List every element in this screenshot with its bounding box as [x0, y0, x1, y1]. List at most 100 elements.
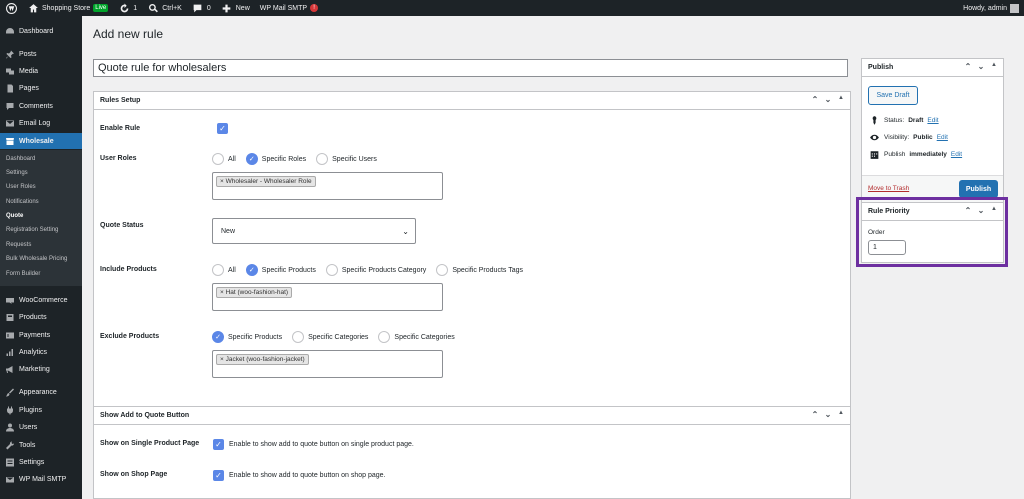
search-shortcut-label: Ctrl+K — [162, 4, 182, 12]
radio[interactable] — [378, 331, 391, 343]
sidebar-item-pages[interactable]: Pages — [0, 80, 82, 96]
radio[interactable] — [436, 264, 449, 276]
edit-status-link[interactable]: Edit — [927, 117, 938, 124]
user-roles-option-specific-roles[interactable]: ✓ Specific Roles — [245, 153, 307, 165]
rules-setup-title: Rules Setup — [100, 97, 141, 104]
move-to-trash-link[interactable]: Move to Trash — [868, 185, 909, 192]
new-content-link[interactable]: New — [216, 0, 255, 16]
pin-icon — [868, 114, 880, 126]
site-name-link[interactable]: Shopping Store Live — [22, 0, 113, 16]
move-down-icon[interactable]: ⌄ — [823, 95, 833, 104]
user-roles-select[interactable]: × Wholesaler - Wholesaler Role — [212, 172, 443, 200]
single-product-checkbox[interactable]: ✓ — [213, 439, 224, 450]
sidebar-item-woocommerce[interactable]: WooCommerce — [0, 292, 82, 308]
sidebar-item-wholesale[interactable]: Wholesale — [0, 133, 82, 149]
radio-checked[interactable]: ✓ — [212, 331, 224, 343]
selected-product-tag[interactable]: × Hat (woo-fashion-hat) — [216, 287, 293, 298]
exclude-option-specific-products[interactable]: ✓ Specific Products — [212, 331, 282, 343]
sidebar-item-posts[interactable]: Posts — [0, 46, 82, 62]
radio-label: Specific Roles — [261, 155, 307, 163]
user-roles-radio-group: All ✓ Specific Roles Specific Users — [212, 153, 383, 165]
publish-title: Publish — [868, 64, 894, 71]
submenu-notifications[interactable]: Notifications — [6, 199, 39, 205]
sidebar-item-label: Users — [19, 423, 38, 431]
search-shortcut[interactable]: Ctrl+K — [142, 0, 187, 16]
sidebar-item-users[interactable]: Users — [0, 419, 82, 435]
move-up-icon[interactable]: ⌃ — [810, 410, 820, 419]
move-down-icon[interactable]: ⌄ — [976, 62, 986, 71]
status-label: Status: — [884, 116, 905, 124]
include-option-specific-category[interactable]: Specific Products Category — [325, 264, 427, 276]
edit-visibility-link[interactable]: Edit — [937, 134, 948, 141]
radio-checked[interactable]: ✓ — [245, 264, 258, 276]
sidebar-item-tools[interactable]: Tools — [0, 437, 82, 453]
include-option-specific-products[interactable]: ✓ Specific Products — [245, 264, 316, 276]
include-products-select[interactable]: × Hat (woo-fashion-hat) — [212, 283, 443, 311]
wordpress-logo[interactable] — [0, 0, 22, 16]
shop-page-checkbox[interactable]: ✓ — [213, 470, 224, 481]
publish-header[interactable]: Publish ⌃ ⌄ ▲ — [862, 59, 1003, 77]
submenu-settings[interactable]: Settings — [6, 170, 28, 176]
include-option-specific-tags[interactable]: Specific Products Tags — [436, 264, 523, 276]
submenu-bulk-wholesale-pricing[interactable]: Bulk Wholesale Pricing — [6, 256, 67, 262]
sidebar-item-email-log[interactable]: Email Log — [0, 115, 82, 131]
sidebar-item-media[interactable]: Media — [0, 63, 82, 79]
sidebar-item-products[interactable]: Products — [0, 309, 82, 325]
comment-icon — [192, 2, 204, 14]
radio[interactable] — [316, 153, 329, 165]
sidebar-item-analytics[interactable]: Analytics — [0, 344, 82, 360]
exclude-option-specific-categories[interactable]: Specific Categories — [292, 331, 368, 343]
user-roles-option-specific-users[interactable]: Specific Users — [316, 153, 377, 165]
radio-label: Specific Products Category — [341, 266, 427, 274]
updates-link[interactable]: 1 — [113, 0, 142, 16]
account-menu[interactable]: Howdy, admin — [958, 0, 1024, 16]
edit-schedule-link[interactable]: Edit — [951, 151, 962, 158]
submenu-requests[interactable]: Requests — [6, 242, 31, 248]
rules-setup-header[interactable]: Rules Setup ⌃ ⌄ ▲ — [94, 92, 850, 110]
excluded-product-tag[interactable]: × Jacket (woo-fashion-jacket) — [216, 354, 309, 365]
sidebar-item-payments[interactable]: Payments — [0, 327, 82, 343]
show-quote-header[interactable]: Show Add to Quote Button ⌃ ⌄ ▲ — [94, 407, 850, 425]
selected-role-tag[interactable]: × Wholesaler - Wholesaler Role — [216, 176, 316, 187]
exclude-option-specific-categories-2[interactable]: Specific Categories — [378, 331, 455, 343]
submenu-quote[interactable]: Quote — [6, 213, 23, 219]
sidebar-item-label: Payments — [19, 331, 51, 339]
radio[interactable] — [212, 153, 224, 165]
save-draft-button[interactable]: Save Draft — [868, 86, 918, 105]
radio[interactable] — [212, 264, 224, 276]
sidebar-item-dashboard[interactable]: Dashboard — [0, 23, 82, 39]
move-down-icon[interactable]: ⌄ — [823, 410, 833, 419]
collapse-icon[interactable]: ▲ — [836, 410, 846, 419]
sidebar-item-label: Tools — [19, 441, 36, 449]
sidebar-item-plugins[interactable]: Plugins — [0, 402, 82, 418]
smtp-link[interactable]: WP Mail SMTP ! — [255, 0, 323, 16]
woo-icon — [5, 294, 15, 306]
rule-title-input[interactable] — [93, 59, 848, 77]
move-up-icon[interactable]: ⌃ — [963, 62, 973, 71]
sidebar-item-appearance[interactable]: Appearance — [0, 384, 82, 400]
include-option-all[interactable]: All — [212, 264, 236, 276]
publish-button[interactable]: Publish — [959, 180, 998, 198]
sidebar-item-settings[interactable]: Settings — [0, 454, 82, 470]
exclude-products-select[interactable]: × Jacket (woo-fashion-jacket) — [212, 350, 443, 378]
submenu-registration-setting[interactable]: Registration Setting — [6, 227, 58, 233]
submenu-form-builder[interactable]: Form Builder — [6, 271, 40, 277]
radio-checked[interactable]: ✓ — [245, 153, 258, 165]
dashboard-icon — [5, 25, 15, 37]
submenu-dashboard[interactable]: Dashboard — [6, 156, 35, 162]
comments-link[interactable]: 0 — [187, 0, 216, 16]
sidebar-item-marketing[interactable]: Marketing — [0, 361, 82, 377]
move-up-icon[interactable]: ⌃ — [810, 95, 820, 104]
collapse-icon[interactable]: ▲ — [989, 62, 999, 71]
search-icon — [147, 2, 159, 14]
collapse-icon[interactable]: ▲ — [836, 95, 846, 104]
user-roles-option-all[interactable]: All — [212, 153, 236, 165]
submenu-user-roles[interactable]: User Roles — [6, 184, 36, 190]
quote-status-select[interactable]: New ⌄ — [212, 218, 416, 244]
quote-status-value: New — [221, 227, 236, 235]
enable-rule-checkbox[interactable]: ✓ — [217, 123, 228, 134]
sidebar-item-wp-mail-smtp[interactable]: WP Mail SMTP — [0, 471, 82, 487]
radio[interactable] — [292, 331, 305, 343]
sidebar-item-comments[interactable]: Comments — [0, 98, 82, 114]
radio[interactable] — [325, 264, 338, 276]
